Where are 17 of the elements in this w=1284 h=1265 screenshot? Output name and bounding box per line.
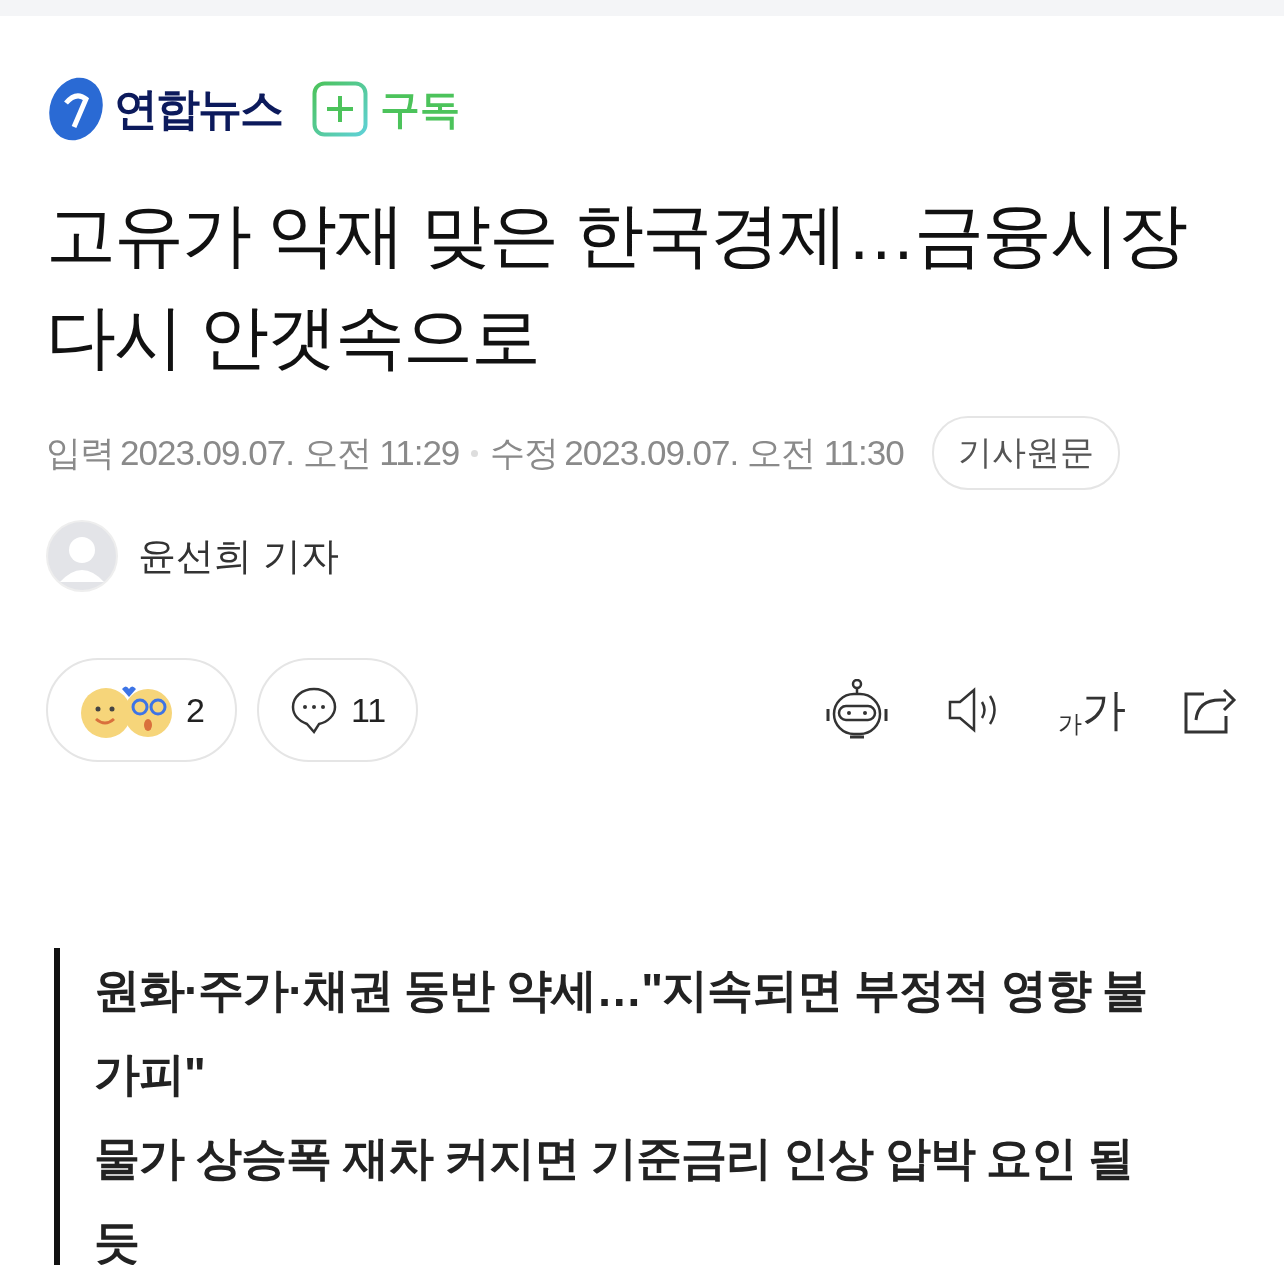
edit-label: 수정 (490, 431, 559, 474)
edit-time: 2023.09.07. 오전 11:30 (564, 431, 904, 474)
separator-dot (471, 449, 479, 457)
avatar-icon (46, 520, 118, 592)
reporter-name[interactable]: 윤선희 기자 (138, 530, 339, 582)
summary-line: 원화·주가·채권 동반 약세…"지속되면 부정적 영향 불가피" (94, 963, 1149, 1102)
summary-line: 물가 상승폭 재차 커지면 기준금리 인상 압박 요인 될 듯 (94, 1131, 1135, 1265)
reaction-button[interactable]: 2 (46, 658, 237, 762)
summary-bot-button[interactable] (824, 679, 890, 741)
original-article-button[interactable]: 기사원문 (931, 416, 1120, 490)
comment-button[interactable]: 11 (256, 658, 419, 762)
robot-icon (824, 679, 890, 741)
plus-icon (312, 81, 368, 137)
article-headline: 고유가 악재 맞은 한국경제…금융시장 다시 안갯속으로 (46, 195, 1188, 378)
input-label: 입력 (46, 431, 114, 474)
press-name[interactable]: 연합뉴스 (114, 79, 282, 139)
input-time: 2023.09.07. 오전 11:29 (120, 431, 460, 474)
